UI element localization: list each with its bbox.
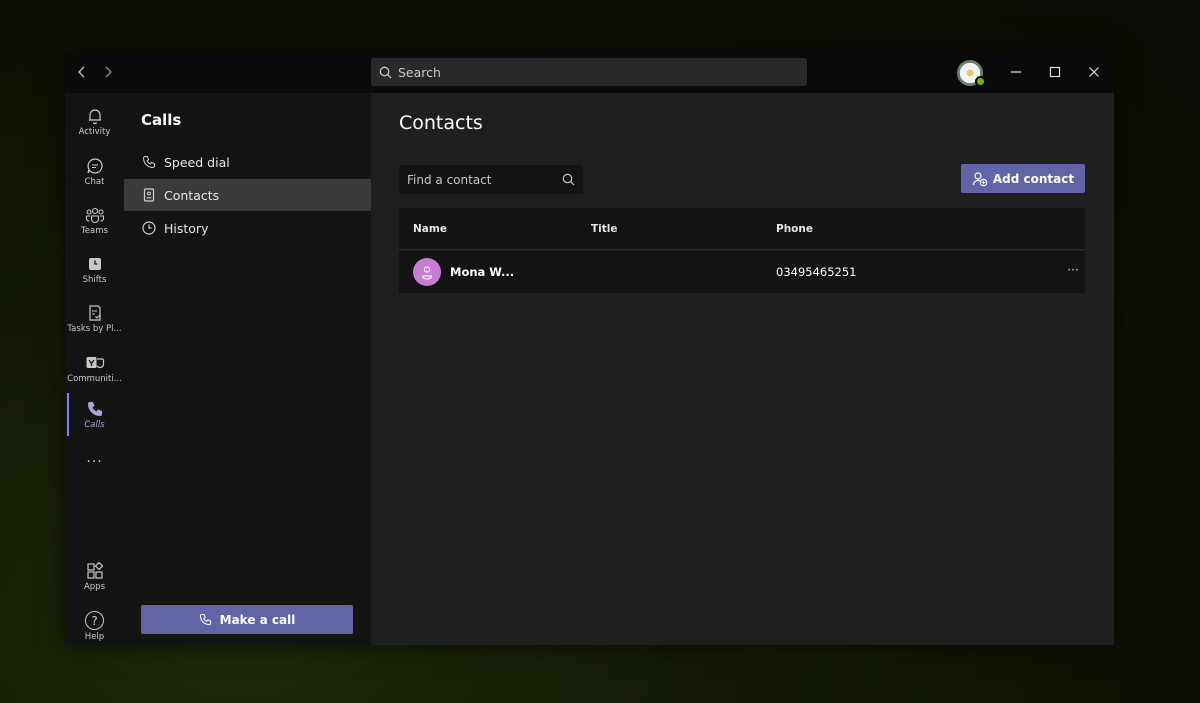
presence-available-badge <box>975 76 986 87</box>
add-person-icon <box>972 171 988 186</box>
title-bar: Search <box>65 52 1114 93</box>
minimize-button[interactable] <box>1005 62 1027 82</box>
rail-label: Tasks by Pl... <box>67 324 122 334</box>
nav-history[interactable]: History <box>124 212 371 244</box>
person-icon <box>421 266 433 280</box>
clock-icon <box>88 258 101 270</box>
bell-icon <box>88 109 101 125</box>
rail-item-calls[interactable]: Calls <box>65 393 124 441</box>
add-contact-button[interactable]: Add contact <box>961 164 1085 193</box>
find-contact-input[interactable] <box>407 172 557 187</box>
rail-item-shifts[interactable]: Shifts <box>65 248 124 296</box>
rail-item-chat[interactable]: Chat <box>65 150 124 198</box>
contacts-table-header: Name Title Phone <box>399 208 1085 250</box>
column-header-name[interactable]: Name <box>413 223 447 235</box>
rail-item-apps[interactable]: Apps <box>65 555 124 603</box>
maximize-icon <box>1049 66 1061 78</box>
teams-icon <box>85 207 104 224</box>
tasks-icon <box>88 305 101 321</box>
add-contact-label: Add contact <box>992 171 1075 186</box>
rail-more-button[interactable]: ··· <box>65 449 124 497</box>
forward-button[interactable] <box>99 62 117 82</box>
rail-item-help[interactable]: ? Help <box>65 604 124 645</box>
rail-item-tasks[interactable]: Tasks by Pl... <box>65 297 124 345</box>
make-call-label: Make a call <box>219 612 296 627</box>
row-more-options-button[interactable]: ··· <box>1065 261 1081 279</box>
rail-item-communities[interactable]: Communiti... <box>65 347 124 395</box>
rail-label: Teams <box>81 226 108 236</box>
contact-phone: 03495465251 <box>776 265 857 279</box>
rail-label: Activity <box>78 127 111 137</box>
maximize-button[interactable] <box>1044 62 1066 82</box>
contacts-main: Contacts Add contact Name Title Phone Mo… <box>371 93 1114 645</box>
panel-title: Calls <box>141 111 182 129</box>
calls-panel: Calls Speed dial Contacts History Make a… <box>124 93 371 645</box>
search-icon <box>562 173 575 186</box>
phone-icon <box>87 402 102 416</box>
clock-icon <box>142 221 156 235</box>
nav-label: Speed dial <box>164 154 230 170</box>
history-nav <box>73 62 117 82</box>
rail-item-activity[interactable]: Activity <box>65 100 124 148</box>
rail-label: Help <box>84 632 105 642</box>
table-row[interactable]: Mona W... 03495465251 ··· <box>399 251 1085 293</box>
communities-icon <box>86 357 104 369</box>
help-icon: ? <box>85 611 104 630</box>
search-input[interactable]: Search <box>371 58 807 86</box>
search-placeholder: Search <box>398 64 441 80</box>
rail-label: Communiti... <box>67 374 122 384</box>
chevron-left-icon <box>78 66 85 78</box>
minimize-icon <box>1011 71 1021 73</box>
contact-name: Mona W... <box>450 265 515 279</box>
more-icon: ··· <box>1067 263 1079 277</box>
close-button[interactable] <box>1083 62 1105 82</box>
nav-label: History <box>164 220 209 236</box>
app-rail: Activity Chat Teams Shifts Tasks by Pl..… <box>65 93 124 645</box>
page-title: Contacts <box>399 112 483 134</box>
chat-icon <box>86 158 103 174</box>
rail-label: Chat <box>84 177 105 187</box>
back-button[interactable] <box>73 62 91 82</box>
column-header-phone[interactable]: Phone <box>776 223 813 235</box>
nav-label: Contacts <box>164 187 220 203</box>
avatar <box>413 258 441 286</box>
column-header-title[interactable]: Title <box>591 223 618 235</box>
teams-window: Search Activity Chat Teams Shifts Tasks … <box>65 52 1114 645</box>
phone-icon <box>143 156 155 168</box>
contact-card-icon <box>143 188 155 202</box>
rail-item-teams[interactable]: Teams <box>65 199 124 247</box>
search-icon <box>379 66 392 78</box>
phone-icon <box>199 613 211 626</box>
make-a-call-button[interactable]: Make a call <box>141 605 353 634</box>
chevron-right-icon <box>105 66 112 78</box>
nav-contacts[interactable]: Contacts <box>124 179 371 211</box>
rail-label: Calls <box>84 420 105 430</box>
apps-icon <box>86 562 103 579</box>
rail-label: Apps <box>83 582 106 592</box>
more-icon: ··· <box>86 454 103 470</box>
nav-speed-dial[interactable]: Speed dial <box>124 146 371 178</box>
close-icon <box>1089 67 1099 77</box>
find-contact-field[interactable] <box>399 165 583 194</box>
rail-label: Shifts <box>82 275 107 285</box>
